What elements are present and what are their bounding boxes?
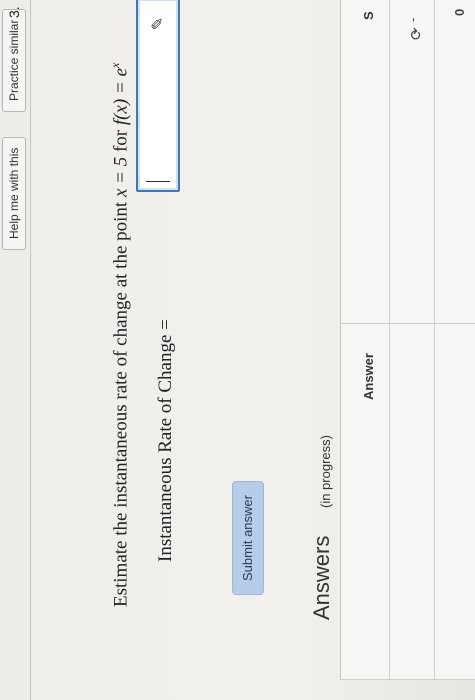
function-exponent: x bbox=[108, 62, 122, 68]
help-me-label: Help me with this bbox=[7, 147, 21, 239]
practice-similar-label: Practice similar bbox=[7, 19, 21, 101]
question-text: Estimate the instantaneous rate of chang… bbox=[108, 7, 132, 607]
answer-input[interactable]: ✎ bbox=[136, 0, 180, 192]
answers-status: (in progress) bbox=[318, 435, 333, 508]
table-divider bbox=[389, 0, 390, 680]
answer-column-header: Answer bbox=[361, 353, 376, 400]
practice-similar-button[interactable]: Practice similar bbox=[2, 8, 26, 112]
for-text: for bbox=[110, 129, 132, 153]
answer-label: Instantaneous Rate of Change = bbox=[146, 319, 186, 562]
answers-table: Answer S - ⟳ 0 bbox=[340, 0, 475, 680]
answers-title: Answers bbox=[309, 535, 334, 620]
table-divider bbox=[434, 0, 435, 680]
answer-label-text: Instantaneous Rate of Change = bbox=[155, 319, 176, 562]
top-toolbar: Practice similar Help me with this 3. bbox=[0, 0, 31, 700]
pencil-icon[interactable]: ✎ bbox=[148, 17, 167, 30]
submit-answer-label: Submit answer bbox=[240, 495, 255, 581]
text-cursor bbox=[146, 181, 170, 182]
column-header-partial: S bbox=[361, 11, 376, 20]
submit-answer-button[interactable]: Submit answer bbox=[232, 481, 264, 595]
refresh-icon[interactable]: ⟳ bbox=[407, 27, 425, 40]
table-divider bbox=[341, 323, 475, 324]
table-divider bbox=[341, 679, 475, 680]
point-expression: x = 5 bbox=[110, 156, 132, 198]
rotated-page: Practice similar Help me with this 3. Es… bbox=[0, 0, 475, 700]
help-me-button[interactable]: Help me with this bbox=[2, 136, 26, 250]
row-marker: - bbox=[405, 17, 420, 22]
question-number: 3. bbox=[6, 6, 22, 18]
prompt-text: Estimate the instantaneous rate of chang… bbox=[110, 201, 132, 607]
row-value-partial: 0 bbox=[452, 8, 467, 16]
function-expression: f(x) = e bbox=[110, 68, 132, 126]
